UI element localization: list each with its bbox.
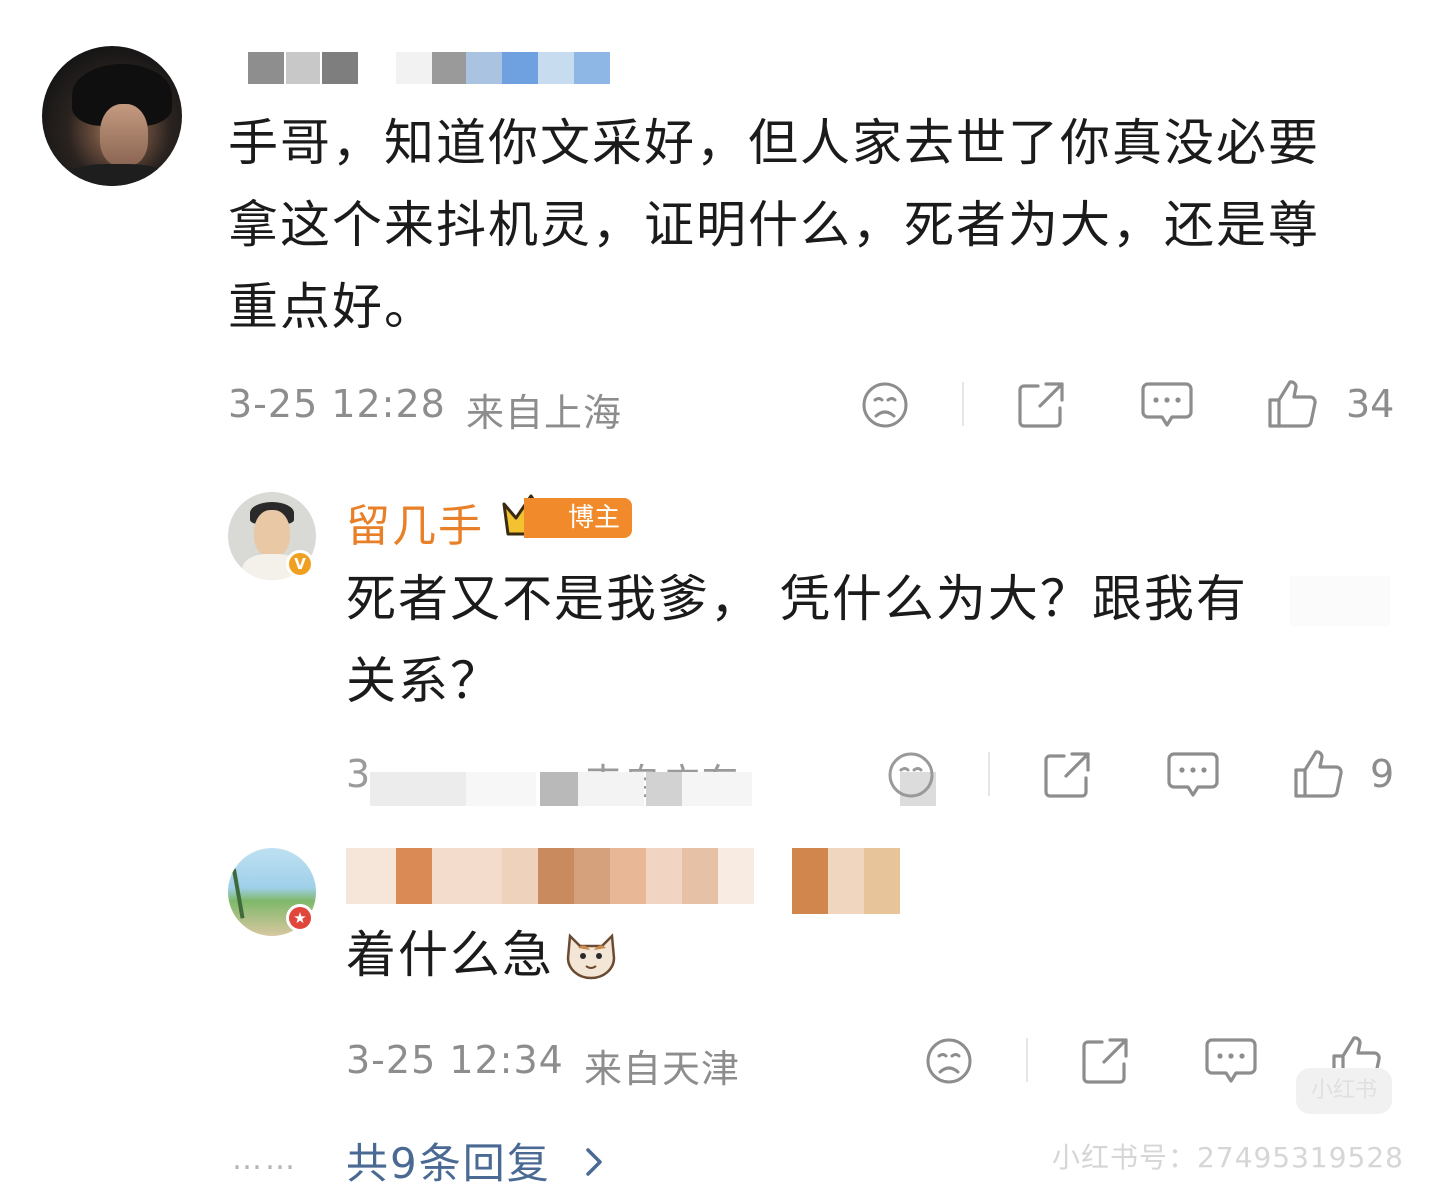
blur-segment <box>322 52 358 84</box>
mosaic-block <box>864 848 900 914</box>
mosaic-block <box>574 848 610 904</box>
dislike-face-icon[interactable] <box>886 750 936 800</box>
blur-segment <box>248 52 284 84</box>
avatar-palm-tree <box>231 863 275 919</box>
blur-segment <box>574 52 610 84</box>
share-icon[interactable] <box>1016 380 1066 430</box>
avatar-shirt <box>62 164 172 186</box>
reply-icon[interactable] <box>1140 380 1194 432</box>
share-icon[interactable] <box>1080 1036 1130 1086</box>
main-comment-line-3: 重点好。 <box>228 278 436 336</box>
mosaic-block <box>466 772 536 806</box>
mosaic-block <box>370 772 466 806</box>
mosaic-block <box>682 772 752 806</box>
more-replies-label: 共9条回复 <box>346 1139 551 1188</box>
verified-v-icon: V <box>286 550 314 578</box>
avatar-face <box>100 104 148 166</box>
blur-segment <box>286 52 320 84</box>
mosaic-block <box>718 848 754 904</box>
blogger-role-badge: 博主 <box>524 498 633 538</box>
reply-icon[interactable] <box>1204 1036 1258 1088</box>
reply2-location: 来自天津 <box>584 1047 741 1091</box>
reply2-text: 着什么急 <box>346 926 554 984</box>
mosaic-block <box>502 848 538 904</box>
blur-segment <box>502 52 538 84</box>
mosaic-block <box>828 848 864 914</box>
blur-segment <box>538 52 574 84</box>
reply-icon[interactable] <box>1166 750 1220 802</box>
mosaic-block <box>578 772 644 806</box>
main-like-count: 34 <box>1346 382 1395 426</box>
main-comment-line-2: 拿这个来抖机灵，证明什么，死者为大，还是尊 <box>228 196 1320 254</box>
chevron-right-icon <box>586 1148 602 1176</box>
view-more-replies-link[interactable]: 共9条回复 <box>346 1130 610 1191</box>
mosaic-block <box>346 848 396 904</box>
action-separator <box>988 752 990 796</box>
like-thumb-icon[interactable] <box>1292 748 1344 800</box>
action-separator <box>1026 1038 1028 1082</box>
mosaic-block <box>538 848 574 904</box>
reply2-time: 3-25 12:34 <box>346 1038 564 1082</box>
main-comment-location: 来自上海 <box>466 391 623 435</box>
thread-dots: …… <box>232 1142 298 1177</box>
mosaic-block <box>646 772 682 806</box>
watermark-logo: 小红书 <box>1296 1068 1392 1114</box>
mosaic-block <box>432 848 502 904</box>
mosaic-block <box>792 848 828 914</box>
cat-emoji-icon <box>566 933 616 980</box>
reply1-line-1: 死者又不是我爹， 凭什么为大？跟我有 <box>346 570 1248 628</box>
mosaic-block <box>540 772 578 806</box>
share-icon[interactable] <box>1042 750 1092 800</box>
verified-star-icon: ★ <box>286 904 314 932</box>
mosaic-block <box>682 848 718 904</box>
dislike-face-icon[interactable] <box>860 380 910 430</box>
mosaic-block <box>396 848 432 904</box>
like-thumb-icon[interactable] <box>1266 378 1318 430</box>
reply1-censored-segment <box>1290 576 1390 626</box>
blur-segment <box>466 52 502 84</box>
reply1-line-2: 关系？ <box>346 652 502 710</box>
blur-segment <box>432 52 466 84</box>
xiaohongshu-id-watermark: 小红书号：27495319528 <box>1052 1141 1404 1174</box>
blur-segment <box>396 52 432 84</box>
reply1-author-name[interactable]: 留几手 <box>346 490 484 554</box>
mosaic-block <box>610 848 646 904</box>
main-comment-time: 3-25 12:28 <box>228 382 446 426</box>
action-separator <box>962 382 964 426</box>
main-commenter-avatar[interactable] <box>42 46 182 186</box>
dislike-face-icon[interactable] <box>924 1036 974 1086</box>
reply1-like-count: 9 <box>1370 752 1395 796</box>
avatar-face <box>254 510 290 558</box>
main-comment-line-1: 手哥，知道你文采好，但人家去世了你真没必要 <box>228 114 1320 172</box>
mosaic-block <box>646 848 682 904</box>
